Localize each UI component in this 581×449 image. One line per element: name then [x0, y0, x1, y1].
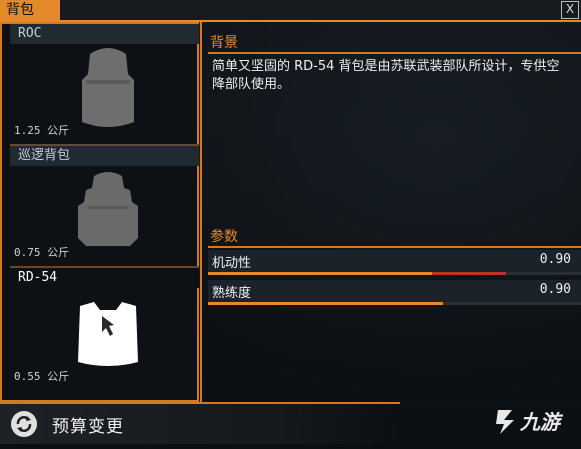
divider — [208, 246, 581, 248]
backpack-name: ROC — [10, 24, 199, 44]
backpack-name: RD-54 — [10, 268, 199, 288]
backpack-roc-icon — [82, 48, 134, 127]
backpack-weight: 1.25 公斤 — [14, 124, 70, 137]
watermark-text: 九游 — [520, 410, 560, 434]
stat-bar-penalty — [431, 272, 507, 275]
backpack-patrol-icon — [78, 172, 138, 246]
stat-row-proficiency: 熟练度 0.90 — [208, 280, 581, 302]
backpack-card-roc[interactable]: ROC 1.25 公斤 — [10, 24, 199, 146]
stat-value: 0.90 — [539, 252, 571, 267]
stat-row-mobility: 机动性 0.90 — [208, 250, 581, 272]
budget-change-label: 预算变更 — [52, 417, 124, 437]
description: 简单又坚固的 RD-54 背包是由苏联武装部队所设计，专供空降部队使用。 — [212, 59, 560, 92]
backpack-card-rd54[interactable]: RD-54 0.55 公斤 — [10, 268, 199, 390]
divider — [208, 52, 581, 54]
backpack-weight: 0.75 公斤 — [14, 246, 70, 259]
watermark: 九游 — [490, 402, 580, 442]
stat-bar-proficiency — [208, 302, 581, 305]
budget-change-button[interactable]: 预算变更 — [0, 402, 400, 444]
close-button[interactable]: X — [561, 1, 579, 19]
stat-value: 0.90 — [539, 282, 571, 297]
stat-label: 机动性 — [212, 256, 252, 271]
refresh-icon — [11, 411, 37, 437]
details-panel: 背景 简单又坚固的 RD-54 背包是由苏联武装部队所设计，专供空降部队使用。 … — [200, 22, 581, 402]
stat-bar-fill — [208, 302, 443, 305]
title-bar: 背包 X — [0, 0, 581, 22]
backpack-rd54-icon — [78, 302, 138, 366]
backpack-list: ROC 1.25 公斤 巡逻背包 0.75 公斤 RD-54 0.55 公斤 — [0, 22, 199, 402]
stat-bar-fill — [208, 272, 432, 275]
watermark-logo-icon — [496, 410, 514, 434]
backpack-card-patrol[interactable]: 巡逻背包 0.75 公斤 — [10, 146, 199, 268]
window-title: 背包 — [0, 0, 60, 20]
stat-bar-mobility — [208, 272, 581, 275]
background-heading: 背景 — [210, 35, 238, 51]
params-heading: 参数 — [210, 229, 238, 245]
backpack-name: 巡逻背包 — [10, 146, 199, 166]
backpack-weight: 0.55 公斤 — [14, 370, 70, 383]
stat-label: 熟练度 — [212, 286, 252, 301]
